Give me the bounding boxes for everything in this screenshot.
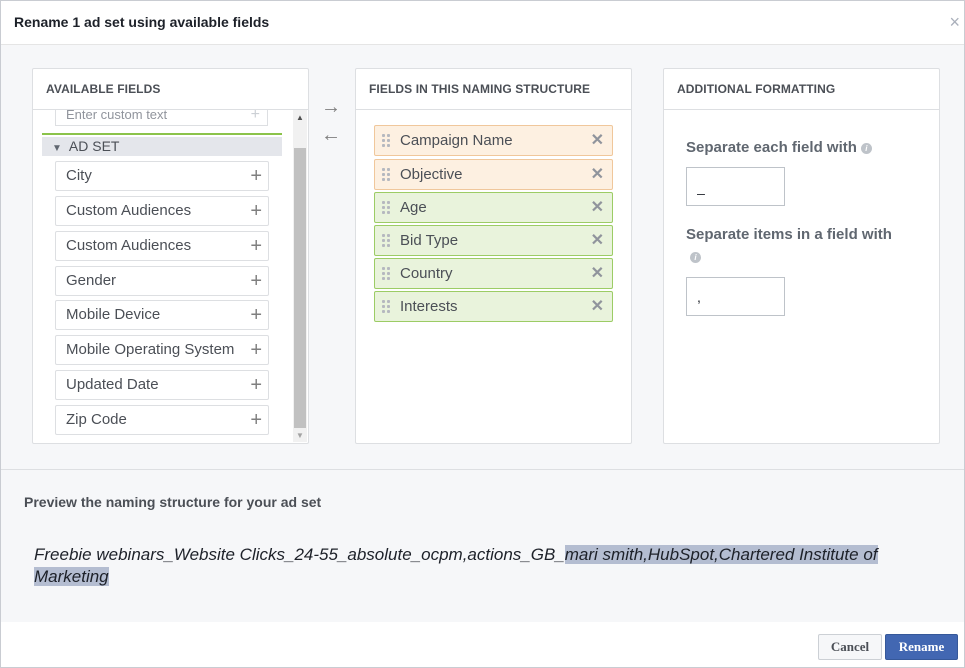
arrow-right-icon[interactable]: → (321, 93, 343, 121)
available-fields-panel: AVAILABLE FIELDS Enter custom text + ▼ AD… (32, 68, 309, 444)
additional-formatting-heading: ADDITIONAL FORMATTING (664, 69, 939, 110)
close-icon[interactable]: × (949, 13, 960, 31)
drag-handle-icon[interactable] (382, 201, 392, 215)
field-item-custom-audiences-2[interactable]: Custom Audiences + (55, 231, 269, 261)
custom-text-input[interactable]: Enter custom text + (55, 110, 268, 126)
remove-icon[interactable]: ✕ (591, 193, 604, 222)
preview-name-text: Freebie webinars_Website Clicks_24-55_ab… (34, 544, 924, 588)
naming-structure-heading: FIELDS IN THIS NAMING STRUCTURE (356, 69, 631, 110)
field-item-mobile-device[interactable]: Mobile Device + (55, 300, 269, 330)
dialog-body: AVAILABLE FIELDS Enter custom text + ▼ AD… (1, 45, 964, 469)
chip-bid-type[interactable]: Bid Type ✕ (374, 225, 613, 256)
field-item-gender[interactable]: Gender + (55, 266, 269, 296)
separate-items-label: Separate items in a field with i (686, 224, 896, 268)
add-field-icon[interactable]: + (250, 336, 262, 364)
scroll-down-icon[interactable]: ▼ (296, 431, 304, 440)
chip-label: Campaign Name (400, 132, 513, 149)
group-divider (42, 133, 282, 135)
add-field-icon[interactable]: + (250, 232, 262, 260)
field-item-zip-code[interactable]: Zip Code + (55, 405, 269, 435)
add-field-icon[interactable]: + (250, 371, 262, 399)
field-label: Zip Code (66, 411, 127, 428)
separate-fields-label: Separate each field with i (686, 137, 872, 159)
collapse-triangle-icon[interactable]: ▼ (52, 139, 62, 158)
move-arrows: → ← (321, 93, 343, 149)
field-item-custom-audiences[interactable]: Custom Audiences + (55, 196, 269, 226)
rename-button[interactable]: Rename (885, 634, 958, 660)
field-label: City (66, 167, 92, 184)
chip-campaign-name[interactable]: Campaign Name ✕ (374, 125, 613, 156)
drag-handle-icon[interactable] (382, 234, 392, 248)
add-field-icon[interactable]: + (250, 406, 262, 434)
dialog-footer: Cancel Rename (1, 622, 964, 667)
remove-icon[interactable]: ✕ (591, 259, 604, 288)
info-icon[interactable]: i (690, 251, 701, 263)
rename-dialog: Rename 1 ad set using available fields ×… (0, 0, 965, 668)
drag-handle-icon[interactable] (382, 134, 392, 148)
info-icon[interactable]: i (860, 142, 872, 154)
dialog-title: Rename 1 ad set using available fields (14, 14, 270, 30)
additional-formatting-panel: ADDITIONAL FORMATTING Separate each fiel… (663, 68, 940, 444)
scroll-up-icon[interactable]: ▲ (296, 113, 304, 122)
group-label: AD SET (68, 138, 120, 154)
preview-title: Preview the naming structure for your ad… (24, 494, 322, 510)
available-fields-list: Enter custom text + ▼ AD SET City + Custom… (42, 110, 282, 440)
field-label: Mobile Operating System (66, 341, 235, 358)
drag-handle-icon[interactable] (382, 267, 392, 281)
ad-set-group-header[interactable]: ▼ AD SET (42, 137, 282, 156)
separate-fields-text: Separate each field with (686, 139, 857, 156)
chip-label: Bid Type (400, 232, 459, 249)
chip-label: Age (400, 199, 427, 216)
dialog-header: Rename 1 ad set using available fields × (1, 1, 964, 45)
remove-icon[interactable]: ✕ (591, 126, 604, 155)
scroll-thumb[interactable] (294, 148, 306, 428)
chip-objective[interactable]: Objective ✕ (374, 159, 613, 190)
add-field-icon[interactable]: + (250, 197, 262, 225)
remove-icon[interactable]: ✕ (591, 226, 604, 255)
chip-label: Objective (400, 166, 463, 183)
chip-age[interactable]: Age ✕ (374, 192, 613, 223)
field-item-city[interactable]: City + (55, 161, 269, 191)
preview-text-plain: Freebie webinars_Website Clicks_24-55_ab… (34, 545, 565, 564)
chip-country[interactable]: Country ✕ (374, 258, 613, 289)
item-separator-input[interactable] (686, 277, 785, 316)
field-label: Gender (66, 272, 117, 289)
drag-handle-icon[interactable] (382, 168, 392, 182)
chip-label: Interests (400, 298, 458, 315)
field-label: Custom Audiences (66, 237, 192, 254)
arrow-left-icon[interactable]: ← (321, 121, 343, 149)
separate-items-text: Separate items in a field with (686, 226, 892, 243)
remove-icon[interactable]: ✕ (591, 292, 604, 321)
add-field-icon[interactable]: + (250, 162, 262, 190)
drag-handle-icon[interactable] (382, 300, 392, 314)
field-label: Custom Audiences (66, 202, 192, 219)
field-label: Updated Date (66, 376, 159, 393)
field-item-updated-date[interactable]: Updated Date + (55, 370, 269, 400)
field-label: Mobile Device (66, 306, 161, 323)
naming-structure-panel: FIELDS IN THIS NAMING STRUCTURE Campaign… (355, 68, 632, 444)
add-custom-text-icon[interactable]: + (251, 110, 260, 125)
cancel-button[interactable]: Cancel (818, 634, 882, 660)
available-fields-heading: AVAILABLE FIELDS (33, 69, 308, 110)
field-separator-input[interactable] (686, 167, 785, 206)
chip-label: Country (400, 265, 453, 282)
add-field-icon[interactable]: + (250, 301, 262, 329)
add-field-icon[interactable]: + (250, 267, 262, 295)
remove-icon[interactable]: ✕ (591, 160, 604, 189)
custom-text-placeholder: Enter custom text (66, 110, 168, 122)
chip-interests[interactable]: Interests ✕ (374, 291, 613, 322)
preview-section: Preview the naming structure for your ad… (1, 469, 964, 623)
available-fields-scrollbar[interactable]: ▲ ▼ (293, 110, 307, 442)
field-item-mobile-os[interactable]: Mobile Operating System + (55, 335, 269, 365)
